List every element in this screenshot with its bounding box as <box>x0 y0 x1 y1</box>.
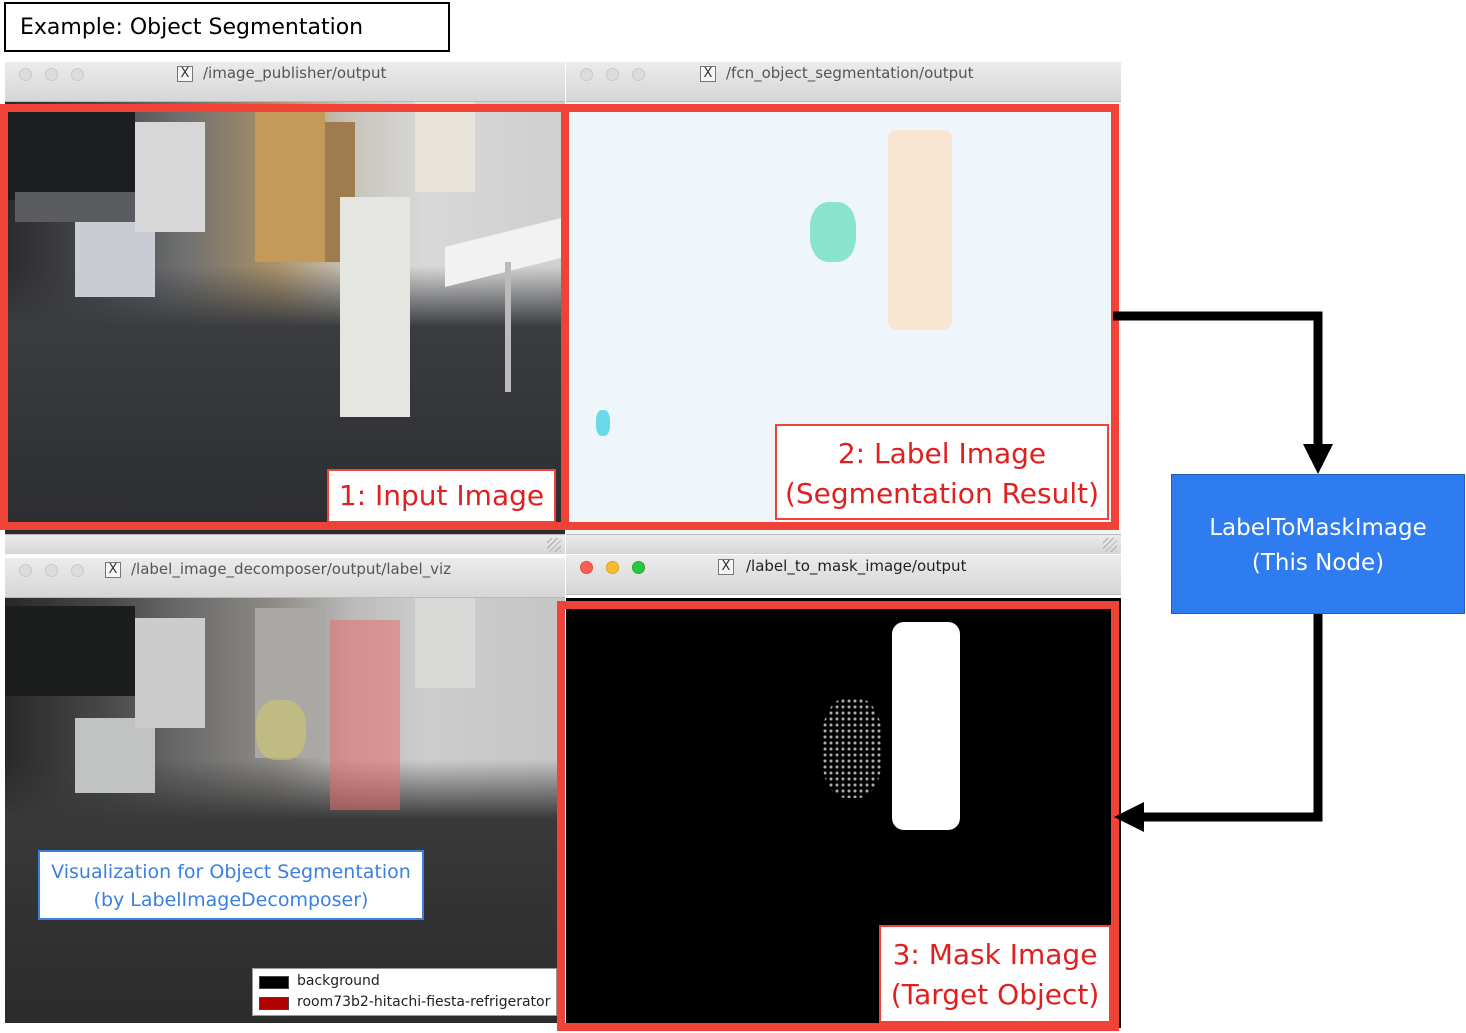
arrow-node-to-mask <box>1142 614 1323 822</box>
arrowhead-down <box>1303 444 1333 474</box>
arrowhead-left <box>1114 802 1144 832</box>
arrow-label-to-node <box>1113 311 1323 446</box>
flow-arrows <box>1113 311 1333 832</box>
